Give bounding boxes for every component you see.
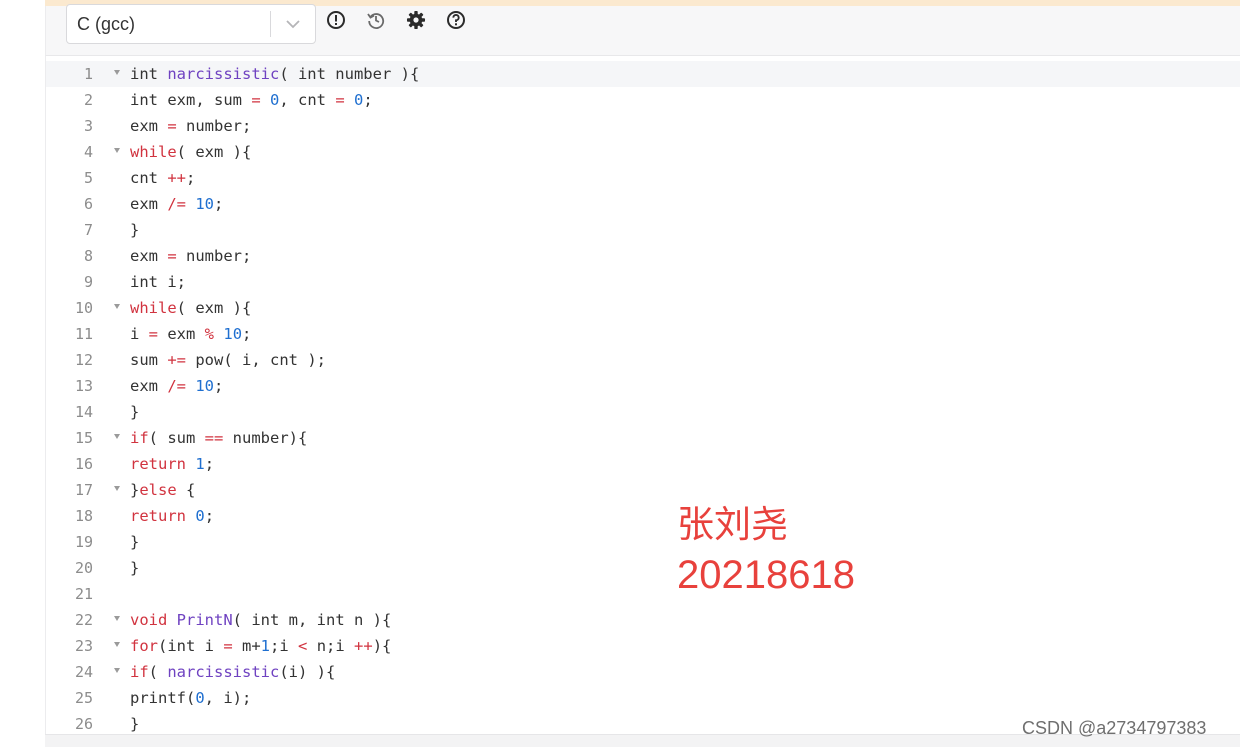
line-number: 5 [83, 169, 93, 187]
line-number: 3 [83, 117, 93, 135]
overlay-student-id: 20218618 [677, 553, 855, 597]
code-line[interactable]: 9 int i; [46, 269, 1240, 295]
code-text: while( exm ){ [130, 143, 252, 161]
line-number: 2 [83, 91, 93, 109]
gear-icon[interactable] [405, 9, 427, 31]
line-number: 6 [83, 195, 93, 213]
fold-arrow-icon[interactable] [114, 486, 120, 491]
code-text: } [130, 715, 140, 733]
line-number: 11 [74, 325, 93, 343]
code-text: while( exm ){ [130, 299, 252, 317]
line-number: 25 [74, 689, 93, 707]
line-number: 9 [83, 273, 93, 291]
overlay-author-name: 张刘尧 [677, 503, 788, 546]
editor-toolbar: C (gcc) [45, 4, 1240, 56]
fold-arrow-icon[interactable] [114, 616, 120, 621]
code-line[interactable]: 21 [46, 581, 1240, 607]
fold-arrow-icon[interactable] [114, 668, 120, 673]
csdn-watermark: CSDN @a2734797383 [1022, 718, 1207, 738]
code-text: sum += pow( i, cnt ); [130, 351, 326, 369]
code-line[interactable]: 24 if( narcissistic(i) ){ [46, 659, 1240, 685]
code-line[interactable]: 8 exm = number; [46, 243, 1240, 269]
code-text: return 1; [130, 455, 215, 473]
line-number: 10 [74, 299, 93, 317]
code-line[interactable]: 4 while( exm ){ [46, 139, 1240, 165]
line-number: 12 [74, 351, 93, 369]
code-text: for(int i = m+1;i < n;i ++){ [130, 637, 392, 655]
history-icon[interactable] [365, 9, 387, 31]
code-line[interactable]: 10 while( exm ){ [46, 295, 1240, 321]
line-number: 24 [74, 663, 93, 681]
code-text: exm /= 10; [130, 195, 224, 213]
left-margin [0, 0, 45, 747]
code-text: } [130, 559, 140, 577]
code-editor[interactable]: 1 int narcissistic( int number ){ 2 int exm… [45, 56, 1240, 734]
line-number: 16 [74, 455, 93, 473]
code-text: int exm, sum = 0, cnt = 0; [130, 91, 373, 109]
code-line[interactable]: 5 cnt ++; [46, 165, 1240, 191]
line-number: 20 [74, 559, 93, 577]
code-text: cnt ++; [130, 169, 196, 187]
code-line[interactable]: 20} [46, 555, 1240, 581]
code-line[interactable]: 18 return 0; [46, 503, 1240, 529]
code-text: if( narcissistic(i) ){ [130, 663, 336, 681]
code-line[interactable]: 16 return 1; [46, 451, 1240, 477]
line-number: 13 [74, 377, 93, 395]
code-text: }else { [130, 481, 196, 499]
line-number: 8 [83, 247, 93, 265]
code-text: exm = number; [130, 247, 252, 265]
code-text: } [130, 403, 140, 421]
code-line[interactable]: 25 printf(0, i); [46, 685, 1240, 711]
code-line[interactable]: 2 int exm, sum = 0, cnt = 0; [46, 87, 1240, 113]
line-number: 7 [83, 221, 93, 239]
line-number: 18 [74, 507, 93, 525]
code-line[interactable]: 1 int narcissistic( int number ){ [46, 61, 1240, 87]
code-text: } [130, 221, 140, 239]
code-line[interactable]: 15 if( sum == number){ [46, 425, 1240, 451]
line-number: 4 [83, 143, 93, 161]
code-text: int i; [130, 273, 186, 291]
info-circle-icon[interactable] [325, 9, 347, 31]
fold-arrow-icon[interactable] [114, 70, 120, 75]
code-line[interactable]: 7} [46, 217, 1240, 243]
code-text: int narcissistic( int number ){ [130, 65, 420, 83]
code-text: printf(0, i); [130, 689, 252, 707]
code-line[interactable]: 23 for(int i = m+1;i < n;i ++){ [46, 633, 1240, 659]
fold-arrow-icon[interactable] [114, 148, 120, 153]
code-text: } [130, 533, 140, 551]
line-number: 26 [74, 715, 93, 733]
code-line[interactable]: 14} [46, 399, 1240, 425]
fold-arrow-icon[interactable] [114, 434, 120, 439]
line-number: 23 [74, 637, 93, 655]
fold-arrow-icon[interactable] [114, 304, 120, 309]
code-text: return 0; [130, 507, 215, 525]
line-number: 22 [74, 611, 93, 629]
line-number: 14 [74, 403, 93, 421]
code-text: exm = number; [130, 117, 252, 135]
code-text: exm /= 10; [130, 377, 224, 395]
code-line[interactable]: 11 i = exm % 10; [46, 321, 1240, 347]
code-line[interactable]: 17 }else { [46, 477, 1240, 503]
line-number: 17 [74, 481, 93, 499]
fold-arrow-icon[interactable] [114, 642, 120, 647]
code-text: void PrintN( int m, int n ){ [130, 611, 392, 629]
language-select-value: C (gcc) [77, 13, 135, 34]
code-text: if( sum == number){ [130, 429, 308, 447]
code-line[interactable]: 13 exm /= 10; [46, 373, 1240, 399]
line-number: 15 [74, 429, 93, 447]
code-text: i = exm % 10; [130, 325, 252, 343]
line-number: 21 [74, 585, 93, 603]
code-line[interactable]: 19} [46, 529, 1240, 555]
code-line[interactable]: 12 sum += pow( i, cnt ); [46, 347, 1240, 373]
help-circle-icon[interactable] [445, 9, 467, 31]
code-line[interactable]: 6 exm /= 10; [46, 191, 1240, 217]
code-line[interactable]: 22 void PrintN( int m, int n ){ [46, 607, 1240, 633]
line-number: 1 [83, 65, 93, 83]
language-select[interactable]: C (gcc) [66, 4, 316, 44]
chevron-down-icon[interactable] [271, 19, 315, 29]
line-number: 19 [74, 533, 93, 551]
code-line[interactable]: 3 exm = number; [46, 113, 1240, 139]
